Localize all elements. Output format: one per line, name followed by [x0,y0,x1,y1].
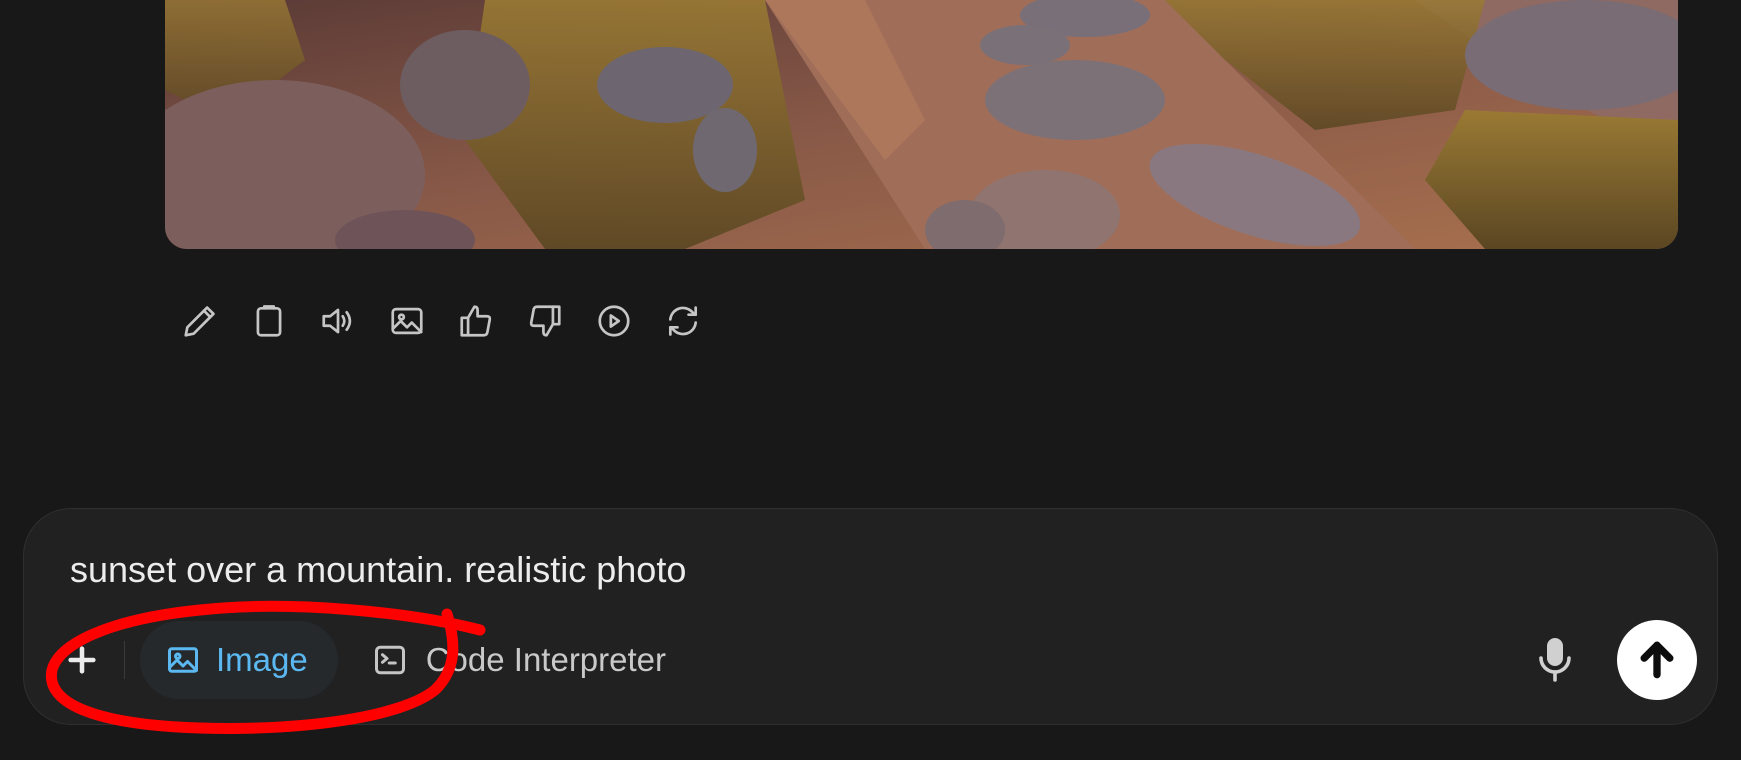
add-attachment-button[interactable] [56,634,108,686]
thumbs-down-icon [529,305,561,337]
code-interpreter-toggle[interactable]: Code Interpreter [372,621,666,699]
image-tool-toggle[interactable]: Image [140,621,338,699]
copy-icon [256,305,282,337]
thumbs-up-button[interactable] [452,297,500,345]
image-icon [391,307,423,335]
chat-page: sunset over a mountain. realistic photo … [0,0,1741,760]
play-button[interactable] [590,297,638,345]
code-interpreter-label: Code Interpreter [425,641,667,678]
divider [124,641,125,679]
voice-input-button[interactable] [1527,632,1583,688]
generated-image[interactable] [165,0,1678,249]
image-tool-label: Image [216,641,308,678]
terminal-icon [374,645,405,675]
prompt-input[interactable]: sunset over a mountain. realistic photo [70,549,686,591]
arrow-up-icon [1640,641,1674,679]
edit-button[interactable] [176,297,224,345]
regenerate-icon [668,306,698,336]
play-icon [598,305,630,337]
image-button[interactable] [383,297,431,345]
message-composer: sunset over a mountain. realistic photo … [23,508,1718,725]
thumbs-down-button[interactable] [521,297,569,345]
landscape-photo [165,0,1678,249]
read-aloud-icon [322,308,352,334]
edit-icon [184,306,215,337]
microphone-icon [1539,638,1571,682]
send-button[interactable] [1617,620,1697,700]
message-actions-toolbar [176,297,707,345]
read-aloud-button[interactable] [314,297,362,345]
thumbs-up-icon [460,305,492,337]
copy-button[interactable] [245,297,293,345]
plus-icon [68,646,96,674]
image-icon [168,647,198,673]
composer-controls: Image Code Interpreter [56,620,1697,700]
regenerate-button[interactable] [659,297,707,345]
